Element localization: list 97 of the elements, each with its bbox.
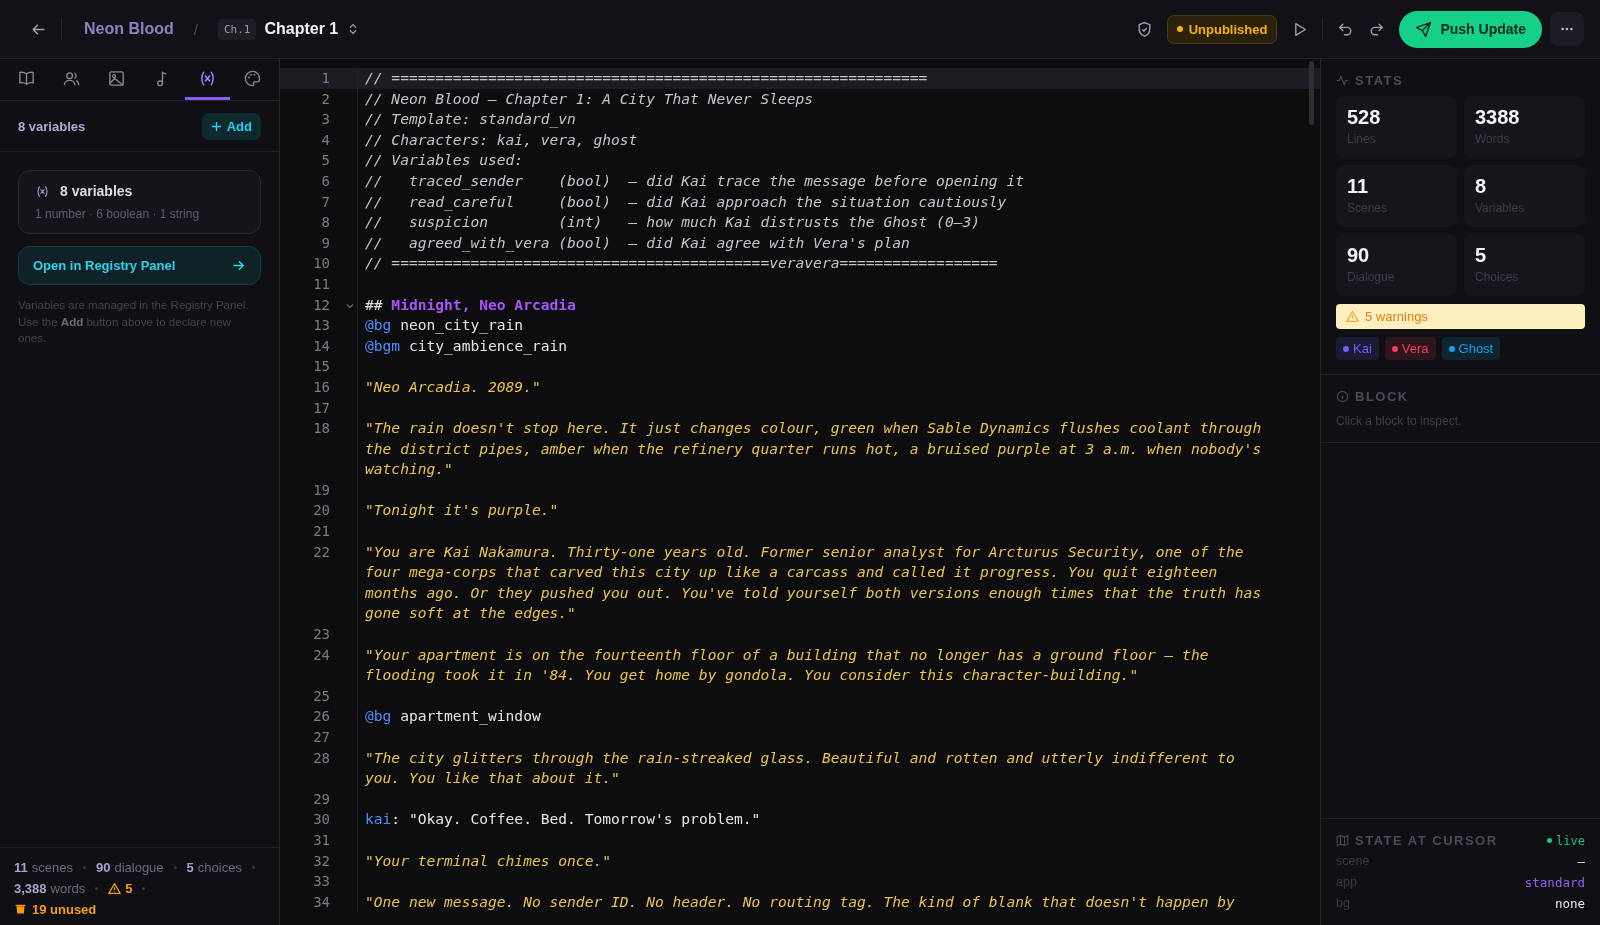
- warning-count: 5: [108, 881, 133, 896]
- footer-stat: 90 dialogue: [95, 860, 164, 875]
- line-number: 14: [312, 336, 330, 356]
- line-number: 6: [320, 171, 330, 191]
- state-value: —: [1577, 854, 1585, 869]
- code-line: "Your terminal chimes once.": [364, 850, 612, 871]
- open-registry-button[interactable]: Open in Registry Panel: [18, 246, 261, 285]
- code-line: // Characters: kai, vera, ghost: [364, 129, 639, 150]
- code-line: "One new message. No sender ID. No header. No routing tag. The kind of blank that doesn't happen by: [364, 891, 1236, 912]
- footer-stat: 11 scenes: [14, 860, 73, 875]
- variables-count: 8 variables: [18, 118, 86, 134]
- code-line: // Template: standard_vn: [364, 109, 577, 130]
- line-number: 20: [312, 501, 330, 521]
- code-line: "Tonight it's purple.": [364, 500, 560, 521]
- line-number: 17: [312, 398, 330, 418]
- character-chip[interactable]: Vera: [1384, 337, 1436, 360]
- line-number: 11: [312, 274, 330, 294]
- code-line: @bg apartment_window: [364, 706, 542, 727]
- code-line: // suspicion (int) — how much Kai distrusts the Ghost (0–3): [364, 212, 982, 233]
- state-value: standard: [1524, 875, 1585, 890]
- stats-heading: STATS: [1355, 73, 1404, 88]
- warning-icon: [1346, 310, 1359, 323]
- line-number: 16: [312, 377, 330, 397]
- code-line: // Neon Blood — Chapter 1: A City That Never Sleeps: [364, 88, 815, 109]
- code-line: "The rain doesn't stop here. It just changes colour, green when Sable Dynamics flushes coolant through the district pipes, amber when the refinery quarter runs hot, a bruised purple at 3 a.m. when nobody's watching.": [364, 418, 1263, 480]
- breadcrumb-separator: /: [193, 20, 198, 38]
- chapter-title[interactable]: Chapter 1: [264, 20, 339, 38]
- code-line: kai: "Okay. Coffee. Bed. Tomorrow's problem.": [364, 809, 762, 830]
- line-number: 18: [312, 419, 330, 439]
- line-number: 25: [312, 686, 330, 706]
- line-number: 34: [312, 892, 330, 912]
- line-number: 13: [312, 316, 330, 336]
- line-number: 22: [312, 542, 330, 562]
- line-number: 19: [312, 480, 330, 500]
- line-number: 8: [320, 213, 330, 233]
- code-line: // agreed_with_vera (bool) — did Kai agree with Vera's plan: [364, 232, 911, 254]
- line-number: 10: [312, 254, 330, 274]
- code-line: @bgm city_ambience_rain: [364, 335, 569, 357]
- code-line: // read_careful (bool) — did Kai approach the situation cautiously: [364, 191, 1008, 213]
- code-line: // Variables used:: [364, 150, 525, 171]
- help-text: Variables are managed in the Registry Panel. Use the Add button above to declare new ones.: [18, 298, 250, 347]
- code-line: // traced_sender (bool) — did Kai trace the message before opening it: [364, 170, 1025, 192]
- code-line: // ===========================================veravera==================: [364, 253, 999, 274]
- variable-icon: [35, 183, 50, 199]
- state-heading: STATE AT CURSOR: [1355, 833, 1498, 848]
- summary-title: 8 variables: [60, 183, 133, 199]
- line-number: 21: [312, 522, 330, 542]
- live-indicator: live: [1547, 833, 1585, 848]
- line-number: 5: [320, 151, 330, 171]
- character-chip[interactable]: Ghost: [1441, 337, 1501, 360]
- state-value: none: [1554, 896, 1585, 911]
- line-number: 26: [312, 707, 330, 727]
- code-line: @bg neon_city_rain: [364, 315, 525, 336]
- line-number: 15: [312, 357, 330, 377]
- chapter-badge: Ch.1: [217, 18, 257, 40]
- plus-icon: [210, 120, 222, 132]
- line-number: 32: [312, 851, 330, 871]
- bin-icon: [14, 903, 27, 916]
- summary-detail: 1 number · 6 boolean · 1 string: [35, 207, 201, 221]
- arrow-right-icon: [231, 258, 246, 273]
- line-number: 30: [312, 810, 330, 830]
- map-icon: [1336, 834, 1349, 847]
- line-number: 33: [312, 872, 330, 892]
- status-badge: Unpublished: [1166, 14, 1278, 44]
- unused-count: 19 unused: [14, 902, 265, 917]
- activity-icon: [1336, 74, 1349, 87]
- footer-stat: 3,388 words: [14, 881, 86, 896]
- project-title[interactable]: Neon Blood: [84, 20, 174, 38]
- line-number: 12: [312, 295, 330, 315]
- line-number: 4: [320, 130, 330, 150]
- line-number: 1: [320, 69, 330, 88]
- block-heading: BLOCK: [1355, 389, 1409, 404]
- code-line: "You are Kai Nakamura. Thirty-one years old. Former senior analyst for Arcturus Security, one of the four mega-corps that carved this city up like a carcass and called it progress. You quit eighteen months ago. Or they pushed you out. You've told yourself both versions enough times that the truth has gone soft at the edges.": [364, 541, 1263, 624]
- line-number: 27: [312, 728, 330, 747]
- line-number: 31: [312, 830, 330, 850]
- push-update-button[interactable]: Push Update: [1399, 10, 1542, 48]
- code-line: "Your apartment is on the fourteenth floor of a building that no longer has a ground floor — the flooding took it in '84. You get home by gondola. You consider this character-building.": [364, 644, 1210, 686]
- code-line: "The city glitters through the rain-streaked glass. Beautiful and rotten and utterly indifferent to you. You like that about it.": [363, 747, 1236, 789]
- character-chip[interactable]: Kai: [1336, 337, 1379, 360]
- scrollbar-thumb[interactable]: [1309, 61, 1314, 125]
- line-number: 3: [320, 110, 330, 130]
- send-icon: [1415, 20, 1433, 38]
- line-number: 29: [312, 789, 330, 809]
- line-number: 24: [312, 645, 330, 665]
- add-button[interactable]: Add: [201, 112, 261, 140]
- info-icon: [1336, 390, 1349, 403]
- shield-check-icon[interactable]: [1135, 20, 1153, 38]
- line-number: 7: [320, 192, 330, 212]
- line-number: 9: [320, 233, 330, 253]
- line-number: 2: [320, 89, 330, 109]
- code-line: // =============================================================: [364, 68, 929, 88]
- code-line: ## Midnight, Neo Arcadia: [364, 294, 577, 315]
- line-number: 23: [312, 625, 330, 645]
- code-line: "Neo Arcadia. 2089.": [364, 376, 542, 397]
- warning-icon: [108, 882, 122, 895]
- line-number: 28: [312, 748, 330, 768]
- footer-stat: 5 choices: [186, 860, 242, 875]
